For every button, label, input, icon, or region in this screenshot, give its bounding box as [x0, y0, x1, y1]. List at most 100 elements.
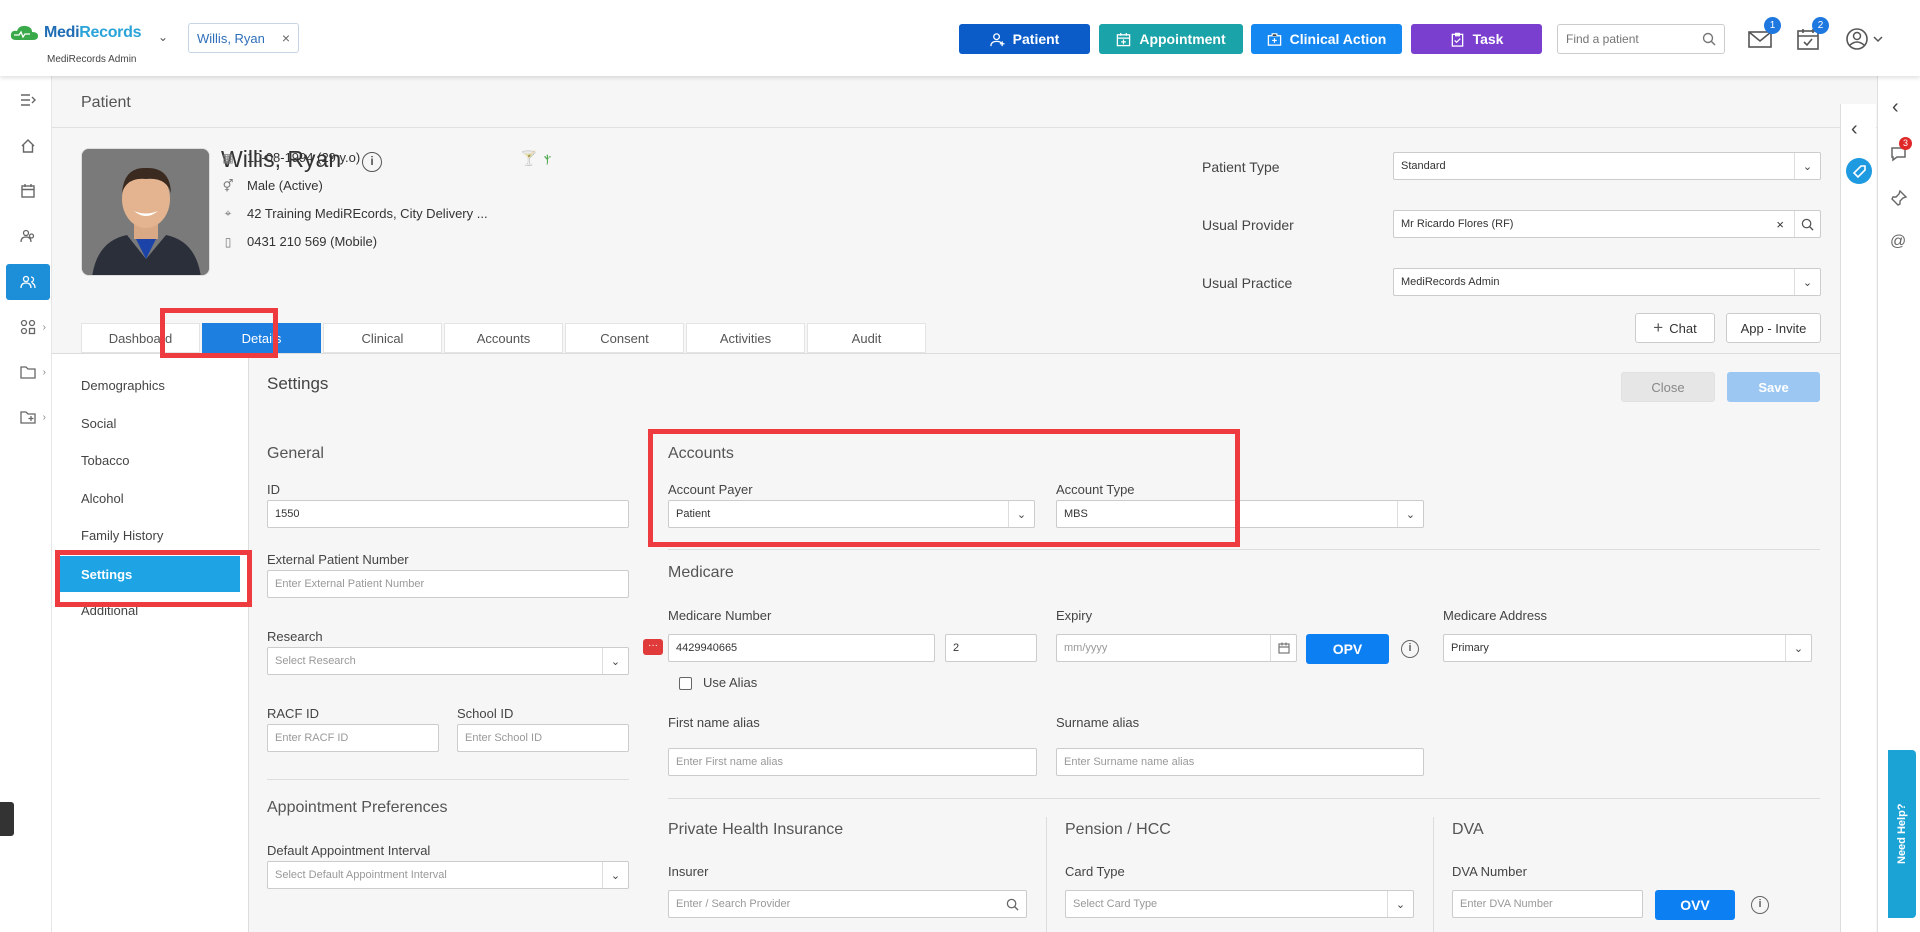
- mention-icon[interactable]: @: [1890, 233, 1906, 251]
- search-icon[interactable]: [1794, 211, 1820, 237]
- divider: [52, 127, 1877, 128]
- sidebar-item-family-history[interactable]: Family History: [81, 528, 163, 543]
- account-type-select[interactable]: MBS ⌄: [1056, 500, 1424, 528]
- task-inbox-icon[interactable]: 2: [1795, 17, 1829, 53]
- gender-icon: ⚥: [222, 178, 234, 193]
- new-appointment-button[interactable]: Appointment: [1099, 24, 1243, 54]
- sidebar-item-additional[interactable]: Additional: [81, 603, 138, 618]
- clear-icon[interactable]: ×: [1776, 217, 1784, 232]
- chevron-down-icon[interactable]: ⌄: [1785, 635, 1811, 661]
- pin-icon[interactable]: [1890, 189, 1908, 212]
- id-field[interactable]: 1550: [267, 500, 629, 528]
- clinical-action-label: Clinical Action: [1289, 31, 1387, 47]
- app-invite-button[interactable]: App - Invite: [1726, 313, 1821, 343]
- sidebar-item-social[interactable]: Social: [81, 416, 116, 431]
- sidebar-item-settings[interactable]: Settings: [60, 556, 240, 592]
- calendar-icon[interactable]: [1270, 635, 1296, 661]
- surname-alias-field[interactable]: Enter Surname name alias: [1056, 748, 1424, 776]
- tab-audit[interactable]: Audit: [807, 323, 926, 353]
- app-logo[interactable]: MediRecords: [10, 24, 141, 42]
- accounts-section-title: Accounts: [668, 445, 734, 462]
- chevron-down-icon[interactable]: ⌄: [1794, 153, 1820, 179]
- chevron-down-icon[interactable]: ⌄: [1794, 269, 1820, 295]
- info-icon[interactable]: i: [1401, 640, 1419, 658]
- medicare-irn-field[interactable]: 2: [945, 634, 1037, 662]
- tab-activities[interactable]: Activities: [686, 323, 805, 353]
- folder-icon[interactable]: ›: [6, 354, 50, 390]
- usual-provider-select[interactable]: Mr Ricardo Flores (RF) ×: [1393, 210, 1821, 238]
- medicare-address-select[interactable]: Primary ⌄: [1443, 634, 1812, 662]
- account-payer-select[interactable]: Patient ⌄: [668, 500, 1035, 528]
- calendar-icon[interactable]: [6, 173, 50, 209]
- tag-icon[interactable]: [1846, 158, 1872, 184]
- find-patient-input[interactable]: [1566, 32, 1696, 46]
- default-interval-select[interactable]: Select Default Appointment Interval ⌄: [267, 861, 629, 889]
- mail-icon[interactable]: 1: [1747, 17, 1781, 53]
- card-type-select[interactable]: Select Card Type ⌄: [1065, 890, 1414, 918]
- medicare-number-field[interactable]: 4429940665: [668, 634, 935, 662]
- sidebar-item-demographics[interactable]: Demographics: [81, 378, 165, 393]
- patients-icon[interactable]: [6, 264, 50, 300]
- tab-consent[interactable]: Consent: [565, 323, 684, 353]
- search-icon[interactable]: [1702, 32, 1716, 46]
- close-button[interactable]: Close: [1621, 372, 1715, 402]
- info-icon[interactable]: i: [362, 152, 382, 172]
- search-icon[interactable]: [1006, 898, 1019, 911]
- school-id-label: School ID: [457, 706, 514, 721]
- insurer-field[interactable]: Enter / Search Provider: [668, 890, 1027, 918]
- comments-icon[interactable]: 3: [1889, 137, 1912, 169]
- chevron-down-icon[interactable]: ⌄: [602, 648, 628, 674]
- patient-avatar[interactable]: [81, 148, 210, 276]
- info-icon[interactable]: i: [1751, 896, 1769, 914]
- chevron-down-icon[interactable]: ⌄: [1397, 501, 1423, 527]
- app-invite-label: App - Invite: [1740, 320, 1807, 336]
- chevron-down-icon[interactable]: ⌄: [1387, 891, 1413, 917]
- new-task-button[interactable]: Task: [1411, 24, 1542, 54]
- chevron-left-icon[interactable]: ‹: [1892, 96, 1899, 119]
- new-patient-button[interactable]: Patient: [959, 24, 1090, 54]
- dva-number-label: DVA Number: [1452, 864, 1527, 879]
- main-panel: Patient Willis, Ryan i ▦ 10-08-1994 (29 y…: [52, 76, 1877, 932]
- leaf-icon[interactable]: ⲯ: [544, 150, 551, 166]
- use-alias-checkbox[interactable]: [679, 677, 692, 690]
- home-icon[interactable]: [6, 128, 50, 164]
- open-patient-chip[interactable]: Willis, Ryan ×: [188, 23, 299, 53]
- modules-icon[interactable]: ›: [6, 309, 50, 345]
- usual-practice-select[interactable]: MediRecords Admin ⌄: [1393, 268, 1821, 296]
- research-select[interactable]: Select Research ⌄: [267, 647, 629, 675]
- close-icon[interactable]: ×: [282, 30, 290, 46]
- alcohol-icon[interactable]: 🍸: [520, 150, 537, 167]
- people-icon[interactable]: [6, 218, 50, 254]
- external-number-field[interactable]: Enter External Patient Number: [267, 570, 629, 598]
- patient-tabs: Dashboard Details Clinical Accounts Cons…: [81, 323, 928, 353]
- tab-accounts[interactable]: Accounts: [444, 323, 563, 353]
- chevron-down-icon[interactable]: ⌄: [158, 30, 168, 44]
- expand-menu-icon[interactable]: [6, 82, 50, 118]
- expiry-field[interactable]: mm/yyyy: [1056, 634, 1297, 662]
- user-menu[interactable]: [1845, 27, 1885, 53]
- first-alias-field[interactable]: Enter First name alias: [668, 748, 1037, 776]
- chevron-down-icon[interactable]: ⌄: [602, 862, 628, 888]
- save-button[interactable]: Save: [1727, 372, 1820, 402]
- opv-button[interactable]: OPV: [1306, 634, 1389, 664]
- tab-clinical[interactable]: Clinical: [323, 323, 442, 353]
- more-options-icon[interactable]: ···: [643, 639, 663, 655]
- side-drawer-handle[interactable]: [0, 802, 14, 836]
- chat-button[interactable]: + Chat: [1635, 313, 1715, 343]
- user-account-icon: [1846, 28, 1883, 50]
- school-id-field[interactable]: Enter School ID: [457, 724, 629, 752]
- find-patient-search[interactable]: [1557, 24, 1725, 54]
- chevron-left-icon[interactable]: ‹: [1851, 118, 1858, 141]
- sidebar-item-tobacco[interactable]: Tobacco: [81, 453, 129, 468]
- tab-dashboard[interactable]: Dashboard: [81, 323, 200, 353]
- chevron-down-icon[interactable]: ⌄: [1008, 501, 1034, 527]
- patient-type-select[interactable]: Standard ⌄: [1393, 152, 1821, 180]
- tab-details[interactable]: Details: [202, 323, 321, 353]
- dva-number-field[interactable]: Enter DVA Number: [1452, 890, 1643, 918]
- sidebar-item-alcohol[interactable]: Alcohol: [81, 491, 124, 506]
- racf-id-field[interactable]: Enter RACF ID: [267, 724, 439, 752]
- ovv-button[interactable]: OVV: [1655, 890, 1735, 920]
- need-help-button[interactable]: Need Help?: [1888, 750, 1916, 918]
- clinical-action-button[interactable]: Clinical Action: [1251, 24, 1402, 54]
- add-folder-icon[interactable]: ›: [6, 399, 50, 435]
